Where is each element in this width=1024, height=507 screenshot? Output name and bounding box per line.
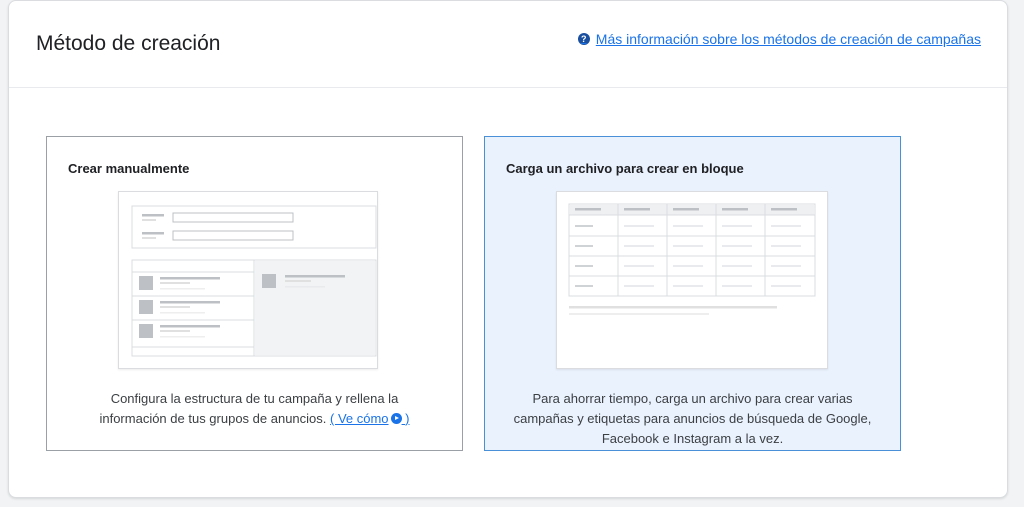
manual-desc-text: información de tus grupos de anuncios.	[99, 411, 327, 426]
manual-desc-line-2: información de tus grupos de anuncios. (…	[67, 409, 442, 429]
play-icon	[390, 413, 402, 424]
panel-header: Método de creación ? Más información sob…	[9, 1, 1007, 88]
create-manually-description: Configura la estructura de tu campaña y …	[67, 389, 442, 429]
bulk-desc-line-2: campañas y etiquetas para anuncios de bú…	[513, 411, 872, 426]
see-how-label: ( Ve cómo	[330, 411, 389, 426]
bulk-desc-line-1: Para ahorrar tiempo, carga un archivo pa…	[532, 391, 853, 406]
learn-more-link[interactable]: ? Más información sobre los métodos de c…	[577, 31, 981, 47]
help-icon: ?	[577, 33, 590, 45]
create-manually-title: Crear manualmente	[68, 161, 190, 176]
creation-method-panel: Método de creación ? Más información sob…	[8, 0, 1008, 498]
see-how-close: )	[405, 411, 410, 426]
create-manually-option[interactable]: Crear manualmente Configura la estructur…	[46, 136, 463, 451]
manual-illustration	[118, 191, 378, 369]
bulk-desc-line-3: Facebook e Instagram a la vez.	[601, 431, 784, 446]
bulk-upload-option[interactable]: Carga un archivo para crear en bloque Pa…	[484, 136, 901, 451]
manual-desc-line-1: Configura la estructura de tu campaña y …	[110, 391, 399, 406]
bulk-upload-description: Para ahorrar tiempo, carga un archivo pa…	[505, 389, 880, 449]
bulk-illustration	[556, 191, 828, 369]
bulk-upload-title: Carga un archivo para crear en bloque	[506, 161, 744, 176]
page-title: Método de creación	[36, 32, 221, 55]
learn-more-label: Más información sobre los métodos de cre…	[595, 31, 981, 47]
see-how-link[interactable]: ( Ve cómo )	[330, 411, 410, 426]
